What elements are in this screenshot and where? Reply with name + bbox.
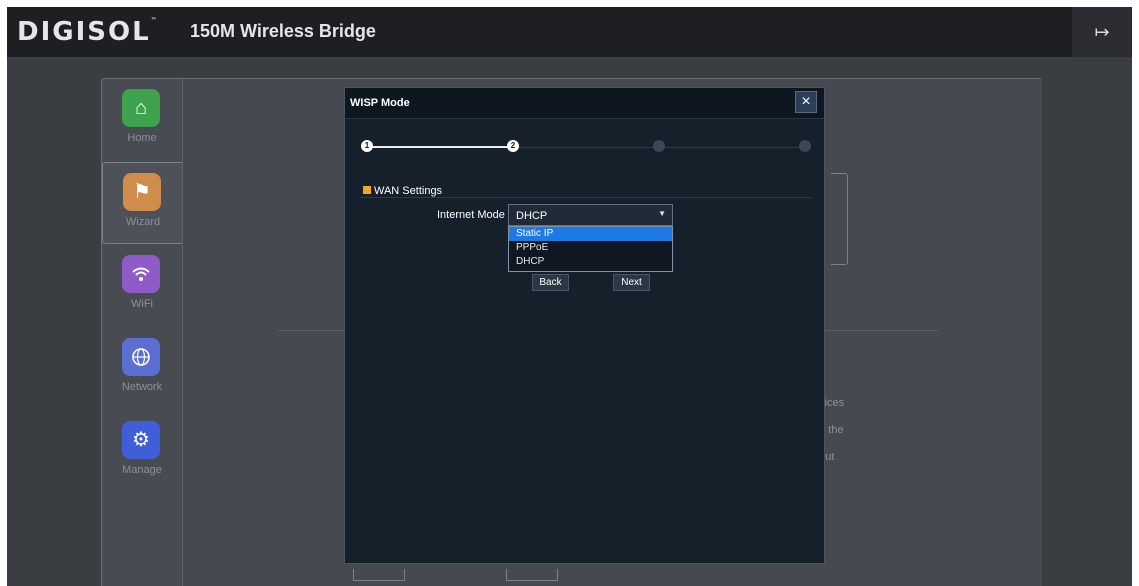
close-icon: ×	[801, 93, 811, 110]
sidebar-item-network[interactable]: Network	[102, 328, 182, 410]
select-value: DHCP	[516, 210, 548, 222]
close-button[interactable]: ×	[795, 91, 817, 113]
step-indicator: 4	[799, 140, 811, 152]
sidebar-item-label: Wizard	[125, 216, 161, 228]
back-button[interactable]: Back	[532, 274, 569, 291]
logout-button[interactable]: ↦	[1072, 7, 1132, 57]
product-title: 150M Wireless Bridge	[190, 21, 376, 41]
internet-mode-select[interactable]: DHCP ▼	[508, 204, 673, 226]
home-icon: ⌂	[122, 89, 160, 127]
internet-mode-dropdown: Static IP PPPoE DHCP	[508, 226, 673, 272]
globe-icon	[122, 338, 160, 376]
background-card	[831, 173, 848, 265]
logout-icon: ↦	[1094, 22, 1110, 42]
option-dhcp[interactable]: DHCP	[509, 255, 672, 269]
sidebar-item-label: Network	[121, 381, 163, 393]
section-marker	[363, 186, 371, 194]
wifi-icon	[122, 255, 160, 293]
brand-logo: DIGISOL™	[17, 17, 159, 47]
sidebar-item-wifi[interactable]: WiFi	[102, 245, 182, 327]
section-title: WAN Settings	[374, 185, 443, 197]
background-button	[353, 569, 405, 581]
section-divider	[359, 197, 811, 198]
sidebar-item-wizard[interactable]: ⚑ Wizard	[102, 162, 183, 244]
sidebar-item-label: Home	[127, 132, 157, 144]
step-indicator: 2	[507, 140, 519, 152]
stepper-progress	[367, 146, 517, 148]
step-indicator: 3	[653, 140, 665, 152]
wisp-mode-dialog: WISP Mode × 1 2 3 4 WAN Settings Interne…	[344, 87, 825, 564]
sidebar-item-home[interactable]: ⌂ Home	[102, 79, 182, 161]
background-button	[506, 569, 558, 581]
screen: DIGISOL™ 150M Wireless Bridge ↦ ⌂ Home ⚑…	[7, 7, 1132, 586]
flag-icon: ⚑	[123, 173, 161, 211]
sidebar-item-label: WiFi	[131, 298, 153, 310]
internet-mode-label: Internet Mode	[437, 209, 505, 221]
top-bar: DIGISOL™ 150M Wireless Bridge ↦	[7, 7, 1132, 57]
sidebar-item-manage[interactable]: ⚙ Manage	[102, 411, 182, 493]
gear-icon: ⚙	[122, 421, 160, 459]
next-button[interactable]: Next	[613, 274, 650, 291]
dialog-header: WISP Mode ×	[345, 88, 824, 119]
option-static-ip[interactable]: Static IP	[509, 227, 672, 241]
sidebar-item-label: Manage	[122, 464, 162, 476]
dialog-title: WISP Mode	[350, 97, 410, 109]
section-heading: WAN Settings	[363, 185, 442, 197]
option-pppoe[interactable]: PPPoE	[509, 241, 672, 255]
chevron-down-icon: ▼	[658, 209, 666, 218]
brand-text: DIGISOL	[17, 17, 151, 47]
trademark-mark: ™	[150, 17, 159, 24]
step-indicator: 1	[361, 140, 373, 152]
